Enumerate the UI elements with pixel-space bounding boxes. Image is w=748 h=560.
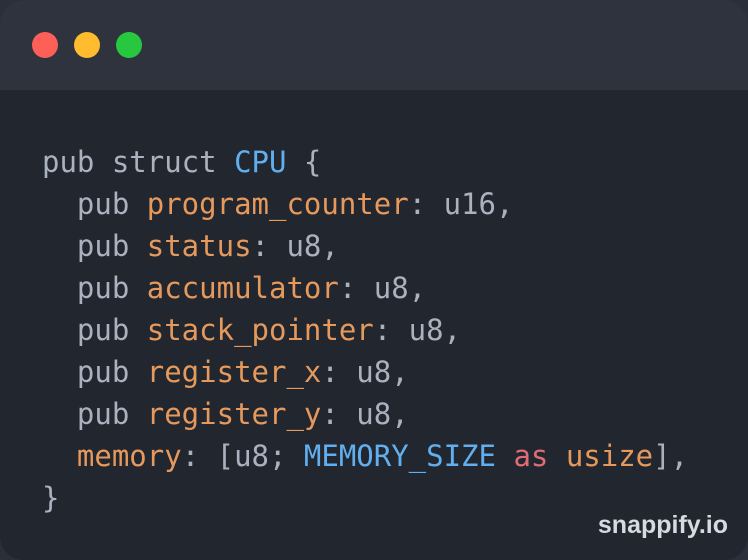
- code-block: pub struct CPU { pub program_counter: u1…: [42, 141, 688, 519]
- code-line: pub register_y: u8,: [42, 393, 688, 435]
- code-token: stack_pointer: [146, 313, 374, 347]
- code-line: pub accumulator: u8,: [42, 267, 688, 309]
- code-token: as: [513, 439, 549, 473]
- code-token: MEMORY_SIZE: [303, 439, 496, 473]
- code-token: program_counter: [146, 187, 409, 221]
- code-token: : [u8;: [181, 439, 304, 473]
- code-token: : u8,: [373, 313, 462, 347]
- code-token: pub: [42, 271, 147, 305]
- code-token: pub: [42, 397, 147, 431]
- code-line: pub status: u8,: [42, 225, 688, 267]
- snappify-watermark: snappify.io: [597, 511, 728, 539]
- code-token: pub: [42, 229, 147, 263]
- window-titlebar: [0, 0, 748, 90]
- code-token: : u8,: [321, 355, 409, 389]
- code-token: pub struct: [42, 145, 235, 179]
- code-token: usize: [565, 439, 654, 473]
- code-token: : u8,: [251, 229, 339, 263]
- code-line: pub stack_pointer: u8,: [42, 309, 688, 351]
- code-line: pub program_counter: u16,: [42, 183, 688, 225]
- code-token: : u16,: [408, 187, 514, 221]
- code-token: ],: [653, 439, 689, 473]
- code-token: pub: [42, 187, 147, 221]
- code-token: pub: [42, 355, 147, 389]
- maximize-dot-icon[interactable]: [116, 32, 142, 58]
- code-token: pub: [42, 313, 147, 347]
- close-dot-icon[interactable]: [32, 32, 58, 58]
- code-token: {: [286, 145, 322, 179]
- code-line: memory: [u8; MEMORY_SIZE as usize],: [42, 435, 688, 477]
- code-token: status: [146, 229, 252, 263]
- code-token: register_y: [146, 397, 322, 431]
- code-token: accumulator: [146, 271, 339, 305]
- code-token: : u8,: [338, 271, 427, 305]
- code-token: CPU: [234, 145, 287, 179]
- code-line: pub register_x: u8,: [42, 351, 688, 393]
- code-window: pub struct CPU { pub program_counter: u1…: [0, 0, 748, 560]
- code-token: memory: [76, 439, 182, 473]
- minimize-dot-icon[interactable]: [74, 32, 100, 58]
- code-token: register_x: [146, 355, 322, 389]
- code-token: : u8,: [321, 397, 409, 431]
- code-line: pub struct CPU {: [42, 141, 688, 183]
- code-token: }: [42, 481, 60, 515]
- code-line: }: [42, 477, 688, 519]
